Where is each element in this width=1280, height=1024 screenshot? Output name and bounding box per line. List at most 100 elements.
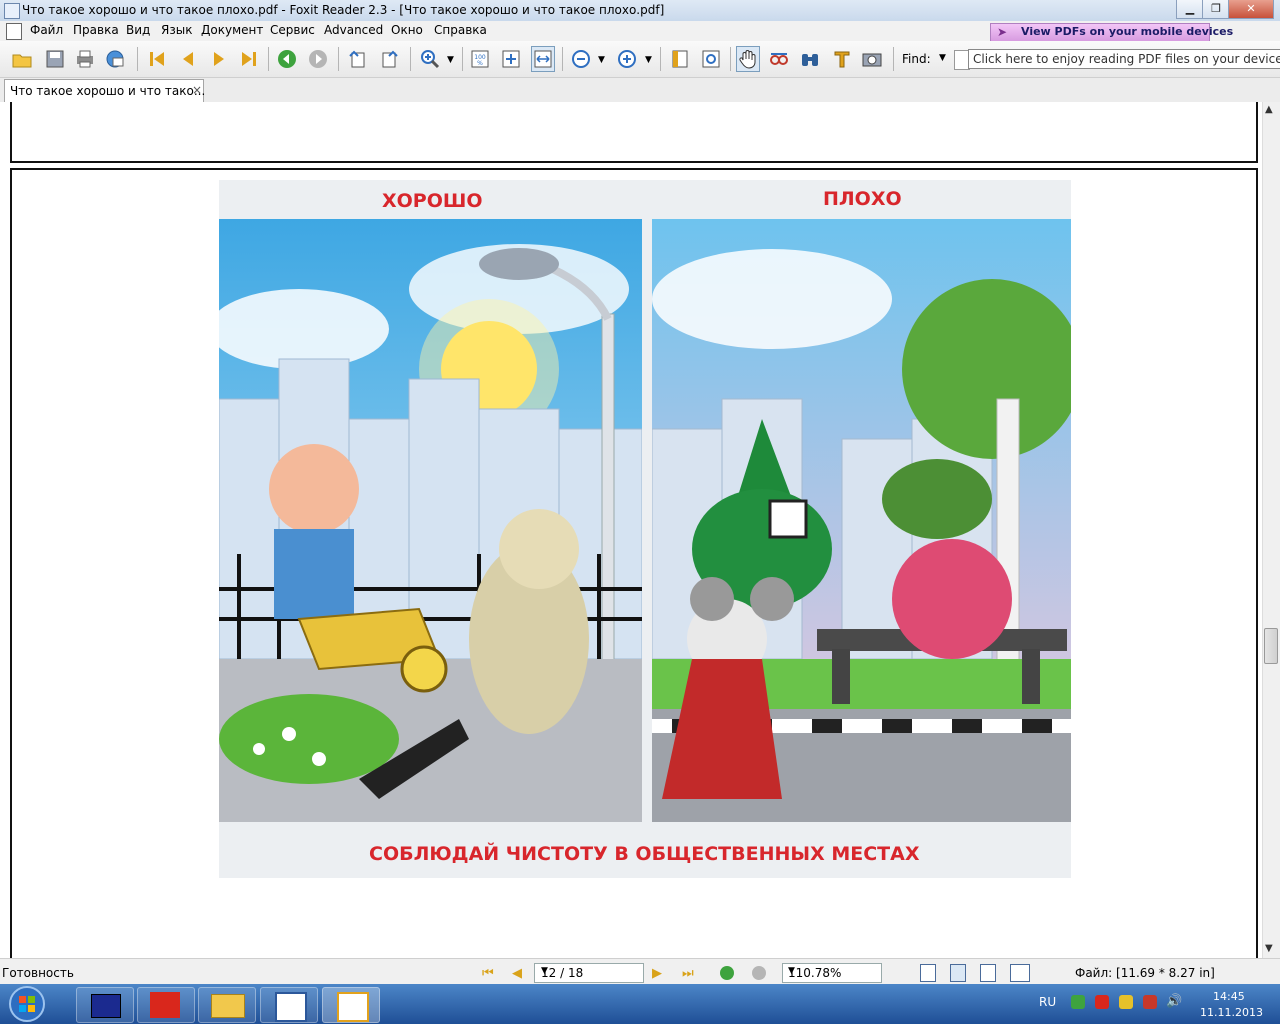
svg-text:%: %: [477, 60, 483, 67]
previous-page-icon[interactable]: [177, 48, 199, 70]
taskbar-word[interactable]: [260, 987, 318, 1023]
fit-page-icon[interactable]: [500, 48, 522, 70]
save-icon[interactable]: [44, 48, 66, 70]
print-icon[interactable]: [74, 48, 96, 70]
chevron-down-icon[interactable]: ▼: [541, 966, 639, 976]
full-screen-icon[interactable]: [700, 48, 722, 70]
hand-tool-icon[interactable]: [736, 46, 760, 72]
next-page-icon[interactable]: [208, 48, 230, 70]
minimize-icon: ▁: [1185, 2, 1195, 15]
rotate-right-icon[interactable]: [378, 48, 400, 70]
tray-action-center-icon[interactable]: [1143, 995, 1157, 1009]
facing-layout-icon[interactable]: [980, 964, 996, 982]
taskbar-kaspersky[interactable]: [137, 987, 195, 1023]
menu-document[interactable]: Документ: [201, 23, 263, 37]
menu-advanced[interactable]: Advanced: [324, 23, 383, 37]
chevron-down-icon[interactable]: ▼: [788, 966, 877, 976]
forward-view-icon[interactable]: [752, 966, 766, 980]
toolbar-separator: [462, 47, 463, 71]
clock-date[interactable]: 11.11.2013: [1200, 1006, 1263, 1019]
toolbar-separator: [730, 47, 731, 71]
poster-caption: СОБЛЮДАЙ ЧИСТОТУ В ОБЩЕСТВЕННЫХ МЕСТАХ: [369, 843, 920, 865]
text-select-icon[interactable]: [768, 48, 790, 70]
title-bar: Что такое хорошо и что такое плохо.pdf -…: [0, 0, 1280, 22]
close-button[interactable]: ✕: [1228, 0, 1274, 19]
cursor-arrow-icon: ➤: [997, 25, 1008, 39]
typewriter-icon[interactable]: [831, 48, 853, 70]
last-page-icon[interactable]: [238, 48, 260, 70]
promo-text: View PDFs on your mobile devices: [1021, 25, 1234, 38]
back-view-icon[interactable]: [276, 48, 298, 70]
document-tab-bar: Что такое хорошо и что тако... ×: [0, 78, 1280, 103]
folder-icon: [211, 994, 245, 1018]
menu-file[interactable]: Файл: [30, 23, 63, 37]
minimize-button[interactable]: ▁: [1176, 0, 1204, 19]
taskbar-foxit[interactable]: [322, 987, 380, 1023]
restore-button[interactable]: ❐: [1202, 0, 1230, 19]
chevron-down-icon[interactable]: ▼: [598, 55, 605, 65]
menu-edit[interactable]: Правка: [73, 23, 119, 37]
rotate-left-icon[interactable]: [347, 48, 369, 70]
good-heading: ХОРОШО: [382, 190, 483, 212]
scroll-up-icon[interactable]: ▲: [1265, 104, 1273, 115]
first-page-icon[interactable]: ⏮: [482, 966, 494, 981]
bad-illustration: [652, 219, 1071, 822]
scroll-down-icon[interactable]: ▼: [1265, 943, 1273, 954]
continuous-facing-layout-icon[interactable]: [1010, 964, 1030, 982]
continuous-layout-icon[interactable]: [950, 964, 966, 982]
document-icon[interactable]: [6, 23, 22, 40]
first-page-icon[interactable]: [146, 48, 168, 70]
vertical-scrollbar[interactable]: [1262, 102, 1280, 958]
restore-icon: ❐: [1211, 2, 1221, 15]
fit-width-icon[interactable]: [531, 46, 555, 72]
zoom-field[interactable]: 110.78% ▼: [782, 963, 882, 983]
toolbar: ▼ 100% ▼ ▼ Find: ▼ Click here to enjoy r…: [0, 41, 1280, 78]
toolbar-separator: [410, 47, 411, 71]
zoom-in-icon[interactable]: [419, 48, 441, 70]
close-tab-icon[interactable]: ×: [192, 83, 202, 97]
document-tab[interactable]: Что такое хорошо и что тако... ×: [4, 79, 206, 102]
bad-heading: ПЛОХО: [823, 188, 902, 210]
good-illustration: [219, 219, 642, 822]
toolbar-separator: [268, 47, 269, 71]
close-icon: ✕: [1246, 2, 1256, 15]
mobile-promo-banner[interactable]: ➤ View PDFs on your mobile devices: [990, 23, 1233, 42]
menu-view[interactable]: Вид: [126, 23, 150, 37]
page-number-field[interactable]: 12 / 18 ▼: [534, 963, 644, 983]
tray-kaspersky-icon[interactable]: [1095, 995, 1109, 1009]
foxit-icon: [337, 992, 369, 1022]
scrollbar-thumb[interactable]: [1264, 628, 1278, 664]
menu-language[interactable]: Язык: [161, 23, 192, 37]
previous-page-icon[interactable]: ◀: [512, 966, 522, 981]
chevron-down-icon[interactable]: ▼: [447, 55, 454, 65]
taskbar-removable-drive[interactable]: [76, 987, 134, 1023]
next-page-icon[interactable]: ▶: [652, 966, 662, 981]
chevron-down-icon[interactable]: ▼: [645, 55, 652, 65]
zoom-out-icon[interactable]: [570, 48, 592, 70]
tray-safely-remove-icon[interactable]: [1119, 995, 1133, 1009]
menu-window[interactable]: Окно: [391, 23, 423, 37]
single-page-layout-icon[interactable]: [920, 964, 936, 982]
forward-view-icon[interactable]: [307, 48, 329, 70]
actual-size-icon[interactable]: 100%: [469, 48, 491, 70]
clock-time[interactable]: 14:45: [1213, 990, 1245, 1003]
email-globe-icon[interactable]: [104, 48, 126, 70]
open-folder-icon[interactable]: [11, 48, 33, 70]
document-tab-label: Что такое хорошо и что тако...: [10, 84, 206, 98]
app-icon: [4, 3, 20, 19]
taskbar-explorer[interactable]: [198, 987, 256, 1023]
chevron-down-icon[interactable]: ▼: [939, 53, 946, 63]
menu-help[interactable]: Справка: [434, 23, 487, 37]
bookmark-panel-icon[interactable]: [669, 48, 691, 70]
snapshot-icon[interactable]: [861, 48, 883, 70]
language-indicator[interactable]: RU: [1039, 995, 1056, 1009]
start-button-icon[interactable]: [2, 985, 52, 1023]
tray-network-icon[interactable]: [1071, 995, 1085, 1009]
previous-page-bottom: [10, 102, 1258, 163]
menu-tools[interactable]: Сервис: [270, 23, 315, 37]
zoom-plus-icon[interactable]: [616, 48, 638, 70]
back-view-icon[interactable]: [720, 966, 734, 980]
last-page-icon[interactable]: ⏭: [682, 966, 694, 981]
binoculars-icon[interactable]: [799, 48, 821, 70]
volume-icon[interactable]: 🔊: [1166, 994, 1182, 1009]
